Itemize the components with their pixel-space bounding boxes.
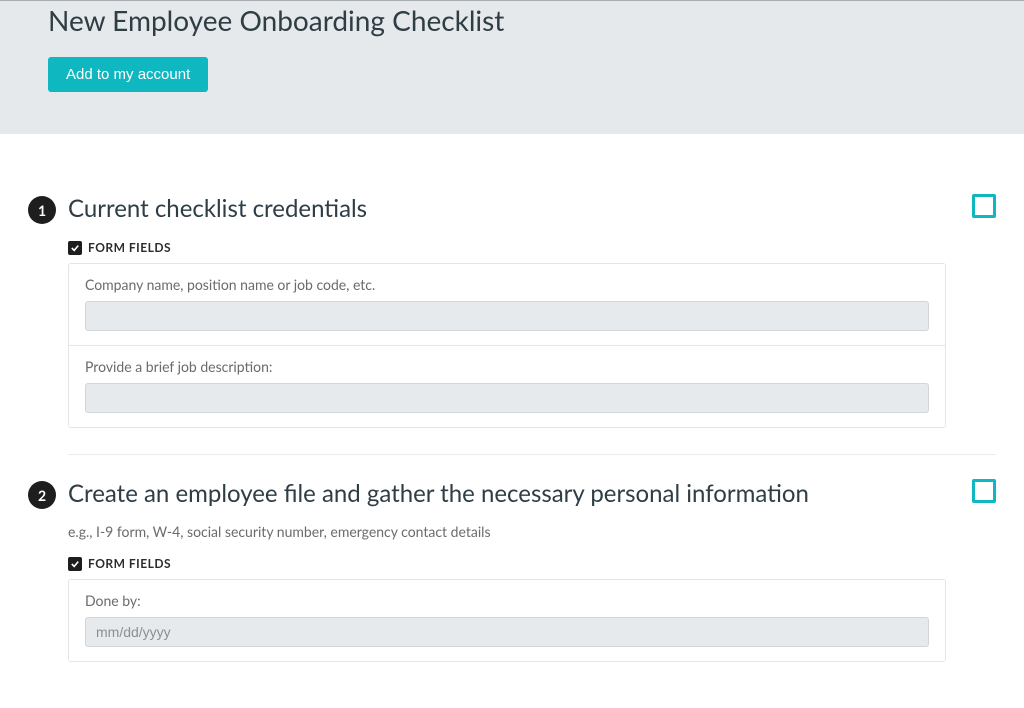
checklist-content: 1 Current checklist credentials FORM FIE… [0,134,1024,708]
step-description: e.g., I-9 form, W-4, social security num… [68,523,946,540]
field-label: Company name, position name or job code,… [85,276,929,293]
field-label: Provide a brief job description: [85,358,929,375]
field-input[interactable] [85,383,929,413]
step-number-badge: 1 [28,196,56,224]
form-fields-heading: FORM FIELDS [68,556,946,571]
checklist-step: 1 Current checklist credentials FORM FIE… [28,194,996,428]
page-title: New Employee Onboarding Checklist [48,1,1024,37]
header-band: New Employee Onboarding Checklist Add to… [0,0,1024,134]
checklist-step: 2 Create an employee file and gather the… [28,479,996,662]
form-fields-heading: FORM FIELDS [68,240,946,255]
step-number-badge: 2 [28,481,56,509]
form-field-row: Provide a brief job description: [69,345,945,427]
form-field-row: Company name, position name or job code,… [69,264,945,345]
field-input[interactable] [85,301,929,331]
form-fields-card: Done by: [68,579,946,662]
form-fields-label: FORM FIELDS [88,556,171,571]
add-to-account-button[interactable]: Add to my account [48,57,208,92]
date-input[interactable] [85,617,929,647]
form-fields-icon [68,241,82,255]
step-checkbox[interactable] [972,479,996,503]
step-title: Current checklist credentials [68,194,946,224]
step-title: Create an employee file and gather the n… [68,479,946,509]
form-fields-icon [68,557,82,571]
form-field-row: Done by: [69,580,945,661]
step-checkbox[interactable] [972,194,996,218]
field-label: Done by: [85,592,929,609]
form-fields-label: FORM FIELDS [88,240,171,255]
form-fields-card: Company name, position name or job code,… [68,263,946,428]
step-divider [68,454,996,455]
